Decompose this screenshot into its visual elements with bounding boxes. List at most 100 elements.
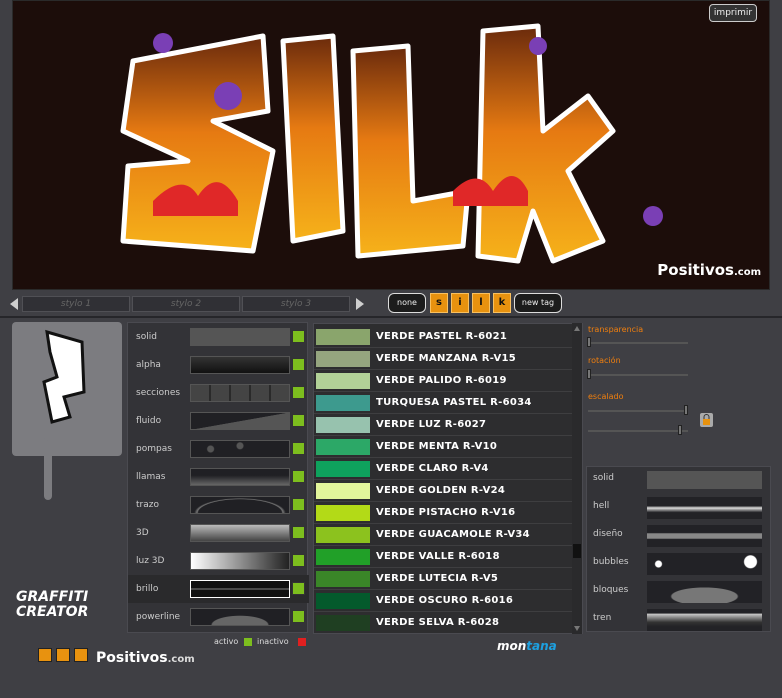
scrollbar-thumb[interactable] [573, 544, 581, 558]
color-name: VERDE LUZ R-6027 [376, 419, 487, 430]
rotation-knob[interactable] [587, 369, 591, 379]
watermark-suffix: .com [733, 267, 761, 278]
legend-active-label: activo [214, 637, 239, 646]
fire-icon[interactable] [56, 648, 70, 662]
color-swatch [316, 505, 370, 521]
effect-toggle[interactable] [292, 498, 305, 511]
graffiti-artwork [120, 23, 663, 264]
fill-label: hell [593, 501, 610, 511]
lock-icon[interactable] [699, 412, 714, 428]
montana-logo[interactable]: montana [497, 639, 557, 653]
effect-label: trazo [136, 500, 159, 510]
effect-label: brillo [136, 584, 159, 594]
effect-row-powerline[interactable]: powerline [128, 603, 309, 631]
fill-row-bubbles[interactable]: bubbles [587, 551, 772, 579]
color-row[interactable]: VERDE MENTA R-V10 [314, 436, 572, 458]
scale-slider-x[interactable] [588, 410, 688, 412]
fill-row-tren[interactable]: tren [587, 607, 772, 635]
scale-knob-x[interactable] [684, 405, 688, 415]
color-row[interactable]: VERDE GOLDEN R-V24 [314, 480, 572, 502]
fill-row-bloques[interactable]: bloques [587, 579, 772, 607]
effect-row-llamas[interactable]: llamas [128, 463, 309, 491]
color-row[interactable]: VERDE PISTACHO R-V16 [314, 502, 572, 524]
effect-swatch [190, 580, 290, 598]
effect-row-brillo[interactable]: brillo [128, 575, 309, 603]
letter-k-button[interactable]: k [493, 293, 511, 313]
none-button[interactable]: none [388, 293, 426, 313]
watermark-text: Positivos [657, 261, 734, 279]
color-row[interactable]: VERDE GUACAMOLE R-V34 [314, 524, 572, 546]
color-name: VERDE PASTEL R-6021 [376, 331, 508, 342]
previous-style-arrow[interactable] [10, 298, 18, 310]
color-row[interactable]: VERDE LUTECIA R-V5 [314, 568, 572, 590]
effect-row-3d[interactable]: 3D [128, 519, 309, 547]
effect-label: 3D [136, 528, 149, 538]
color-name: TURQUESA PASTEL R-6034 [376, 397, 532, 408]
effect-toggle[interactable] [292, 582, 305, 595]
color-row[interactable]: TURQUESA PASTEL R-6034 [314, 392, 572, 414]
color-row[interactable]: VERDE CLARO R-V4 [314, 458, 572, 480]
effect-toggle[interactable] [292, 442, 305, 455]
effect-toggle[interactable] [292, 470, 305, 483]
fill-swatch [647, 471, 762, 489]
effect-swatch [190, 384, 290, 402]
effect-row-secciones[interactable]: secciones [128, 379, 309, 407]
color-swatch [316, 417, 370, 433]
transparency-knob[interactable] [587, 337, 591, 347]
color-row[interactable]: VERDE LUZ R-6027 [314, 414, 572, 436]
effect-row-fluido[interactable]: fluido [128, 407, 309, 435]
effect-row-trazo[interactable]: trazo [128, 491, 309, 519]
letter-l-button[interactable]: l [472, 293, 490, 313]
fill-swatch [647, 581, 762, 603]
legend-inactive-label: inactivo [257, 637, 289, 646]
effect-row-alpha[interactable]: alpha [128, 351, 309, 379]
effect-toggle[interactable] [292, 330, 305, 343]
color-row[interactable]: VERDE PALIDO R-6019 [314, 370, 572, 392]
scale-knob-y[interactable] [678, 425, 682, 435]
color-row[interactable]: VERDE PASTEL R-6021 [314, 326, 572, 348]
effect-toggle[interactable] [292, 554, 305, 567]
fill-label: diseño [593, 529, 623, 539]
effect-toggle[interactable] [292, 386, 305, 399]
style-slot-3[interactable]: stylo 3 [242, 296, 350, 312]
color-name: VERDE LUTECIA R-V5 [376, 573, 499, 584]
preview-drip [44, 450, 52, 500]
new-tag-button[interactable]: new tag [514, 293, 562, 313]
color-scrollbar[interactable] [572, 323, 582, 634]
fill-row-hell[interactable]: hell [587, 495, 772, 523]
letter-s-button[interactable]: s [430, 293, 448, 313]
print-button[interactable]: imprimir [709, 4, 757, 22]
legend-inactive-swatch [298, 638, 306, 646]
effect-row-solid[interactable]: solid [128, 323, 309, 351]
color-swatch [316, 329, 370, 345]
color-swatch [316, 373, 370, 389]
effect-toggle[interactable] [292, 610, 305, 623]
effect-row-pompas[interactable]: pompas [128, 435, 309, 463]
effect-toggle[interactable] [292, 358, 305, 371]
color-row[interactable]: VERDE OSCURO R-6016 [314, 590, 572, 612]
color-name: VERDE MANZANA R-V15 [376, 353, 517, 364]
rotation-slider[interactable] [588, 374, 688, 376]
color-row[interactable]: VERDE VALLE R-6018 [314, 546, 572, 568]
fill-row-solid[interactable]: solid [587, 467, 772, 495]
color-row[interactable]: VERDE SELVA R-6028 [314, 612, 572, 633]
style-slot-1[interactable]: stylo 1 [22, 296, 130, 312]
fill-row-diseno[interactable]: diseño [587, 523, 772, 551]
close-icon[interactable] [38, 648, 52, 662]
transparency-slider[interactable] [588, 342, 688, 344]
style-slot-2[interactable]: stylo 2 [132, 296, 240, 312]
scale-slider-y[interactable] [588, 430, 688, 432]
color-list[interactable]: VERDE PASTEL R-6021 VERDE MANZANA R-V15 … [313, 323, 583, 634]
next-style-arrow[interactable] [356, 298, 364, 310]
effect-toggle[interactable] [292, 526, 305, 539]
color-row[interactable]: VERDE MANZANA R-V15 [314, 348, 572, 370]
effect-toggle[interactable] [292, 414, 305, 427]
logo-line-2: CREATOR [16, 604, 89, 620]
positivos-logo[interactable]: Positivos.com [96, 650, 195, 666]
effect-swatch [190, 608, 290, 626]
effect-row-luz-3d[interactable]: luz 3D [128, 547, 309, 575]
letter-i-button[interactable]: i [451, 293, 469, 313]
graffiti-canvas[interactable]: imprimir Positivos.com [12, 0, 770, 290]
fill-swatch [647, 525, 762, 547]
spray-icon[interactable] [74, 648, 88, 662]
